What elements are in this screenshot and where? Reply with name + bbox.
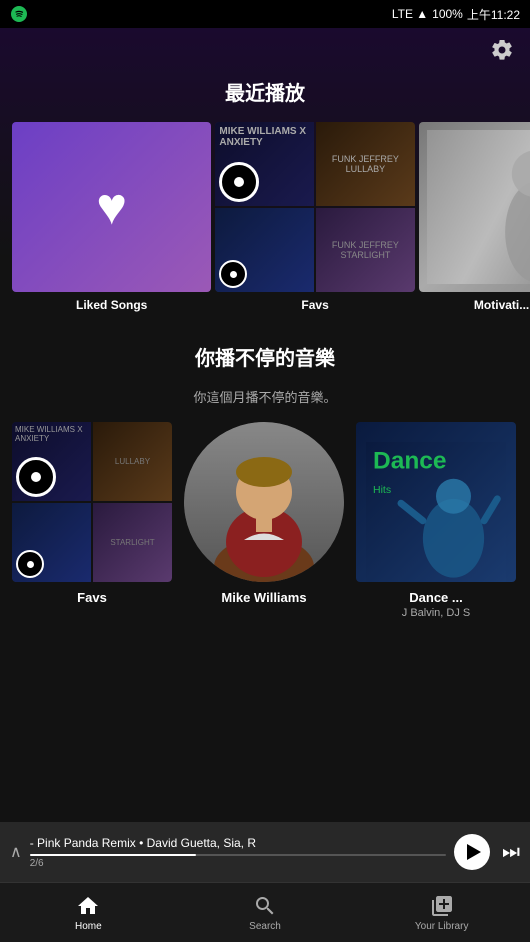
bottom-nav: Home Search Your Library	[0, 882, 530, 942]
now-playing-progress-label: 2/6	[30, 858, 446, 869]
spin-logo-tl	[219, 162, 259, 202]
mike-williams-label: Mike Williams	[184, 590, 344, 605]
favs-cell-bl	[215, 208, 314, 292]
never-stop-title: 你播不停的音樂	[12, 342, 518, 371]
never-stop-list: MIKE WILLIAMS X ANXIETY LULLABY	[12, 422, 518, 627]
svg-text:Dance: Dance	[373, 447, 447, 474]
dance-sublabel: J Balvin, DJ S	[356, 607, 516, 619]
nav-library-label: Your Library	[415, 921, 469, 932]
never-stop-favs-img: MIKE WILLIAMS X ANXIETY LULLABY	[12, 422, 172, 582]
now-playing-track-name: - Pink Panda Remix • David Guetta, Sia, …	[30, 836, 446, 850]
nav-search-label: Search	[249, 921, 281, 932]
now-playing-progress-fill	[30, 854, 197, 856]
svg-text:Hits: Hits	[373, 484, 391, 496]
library-icon	[430, 894, 454, 918]
nav-library[interactable]: Your Library	[353, 883, 530, 942]
never-stop-favs-collage: MIKE WILLIAMS X ANXIETY LULLABY	[12, 422, 172, 582]
play-pause-button[interactable]	[454, 834, 490, 870]
never-stop-favs[interactable]: MIKE WILLIAMS X ANXIETY LULLABY	[12, 422, 172, 619]
ns-favs-cell-br: STARLIGHT	[93, 503, 172, 582]
nav-home-label: Home	[75, 921, 102, 932]
home-icon	[76, 894, 100, 918]
battery-indicator: 100%	[432, 7, 463, 21]
motivation-artwork: Motivati	[427, 130, 530, 284]
favs-cell-tl: MIKE WILLIAMS X ANXIETY	[215, 122, 314, 206]
recently-played-title: 最近播放	[0, 77, 530, 106]
mike-williams-artwork	[184, 422, 344, 582]
dance-label: Dance ...	[356, 590, 516, 605]
never-stop-dance[interactable]: Dance Hits Dance ... J Balvin, DJ S	[356, 422, 516, 619]
status-right: LTE ▲ 100% 上午11:22	[392, 6, 520, 23]
motivation-label: Motivati...	[419, 298, 530, 312]
ns-favs-cell-tr: LULLABY	[93, 422, 172, 501]
heart-icon: ♥	[96, 177, 127, 237]
liked-songs-cover: ♥	[12, 122, 211, 292]
nav-search[interactable]: Search	[177, 883, 354, 942]
favs-label: Favs	[215, 298, 414, 312]
spotify-logo-icon	[10, 5, 28, 23]
favs-cover: MIKE WILLIAMS X ANXIETY FUNK JEFFREY LUL…	[215, 122, 414, 292]
network-indicator: LTE ▲	[392, 7, 428, 21]
never-stop-favs-label: Favs	[12, 590, 172, 605]
ns-spin-logo-tl	[16, 457, 56, 497]
liked-songs-label: Liked Songs	[12, 298, 211, 312]
top-bar	[0, 28, 530, 69]
never-stop-subtitle: 你這個月播不停的音樂。	[12, 387, 518, 406]
dance-artwork: Dance Hits	[366, 432, 506, 582]
favs-item[interactable]: MIKE WILLIAMS X ANXIETY FUNK JEFFREY LUL…	[215, 122, 414, 312]
favs-cell-tr: FUNK JEFFREY LULLABY	[316, 122, 415, 206]
liked-songs-item[interactable]: ♥ Liked Songs	[12, 122, 211, 312]
time-display: 上午11:22	[467, 6, 520, 23]
never-stop-mike[interactable]: Mike Williams	[184, 422, 344, 619]
favs-cell-br: FUNK JEFFREY STARLIGHT	[316, 208, 415, 292]
settings-button[interactable]	[490, 38, 514, 65]
ns-favs-cell-tl: MIKE WILLIAMS X ANXIETY	[12, 422, 91, 501]
now-playing-controls: ⏭	[454, 834, 520, 870]
search-icon	[253, 894, 277, 918]
next-track-button[interactable]: ⏭	[502, 841, 520, 864]
spin-logo-bl	[219, 260, 247, 288]
dance-cover: Dance Hits	[356, 422, 516, 582]
mike-williams-img	[184, 422, 344, 582]
motivation-cover: Motivati	[419, 122, 530, 292]
expand-chevron-icon[interactable]: ∧	[10, 842, 22, 862]
motivation-item[interactable]: Motivati Motivati...	[419, 122, 530, 312]
main-scroll-area: 最近播放 ♥ Liked Songs MIKE WILLIAMS X ANXIE…	[0, 28, 530, 802]
status-bar: LTE ▲ 100% 上午11:22	[0, 0, 530, 28]
nav-home[interactable]: Home	[0, 883, 177, 942]
recently-played-grid: ♥ Liked Songs MIKE WILLIAMS X ANXIETY F	[0, 122, 530, 312]
now-playing-bar[interactable]: ∧ - Pink Panda Remix • David Guetta, Sia…	[0, 822, 530, 882]
ns-favs-cell-bl	[12, 503, 91, 582]
gear-icon	[490, 38, 514, 62]
status-left	[10, 5, 28, 23]
never-stop-section: 你播不停的音樂 你這個月播不停的音樂。 MIKE WILLIAMS X ANXI…	[0, 342, 530, 627]
motivation-image: Motivati	[419, 122, 530, 292]
play-icon	[467, 844, 481, 860]
now-playing-info: - Pink Panda Remix • David Guetta, Sia, …	[30, 836, 446, 869]
now-playing-progress-bar	[30, 854, 446, 856]
ns-spin-logo-bl	[16, 550, 44, 578]
